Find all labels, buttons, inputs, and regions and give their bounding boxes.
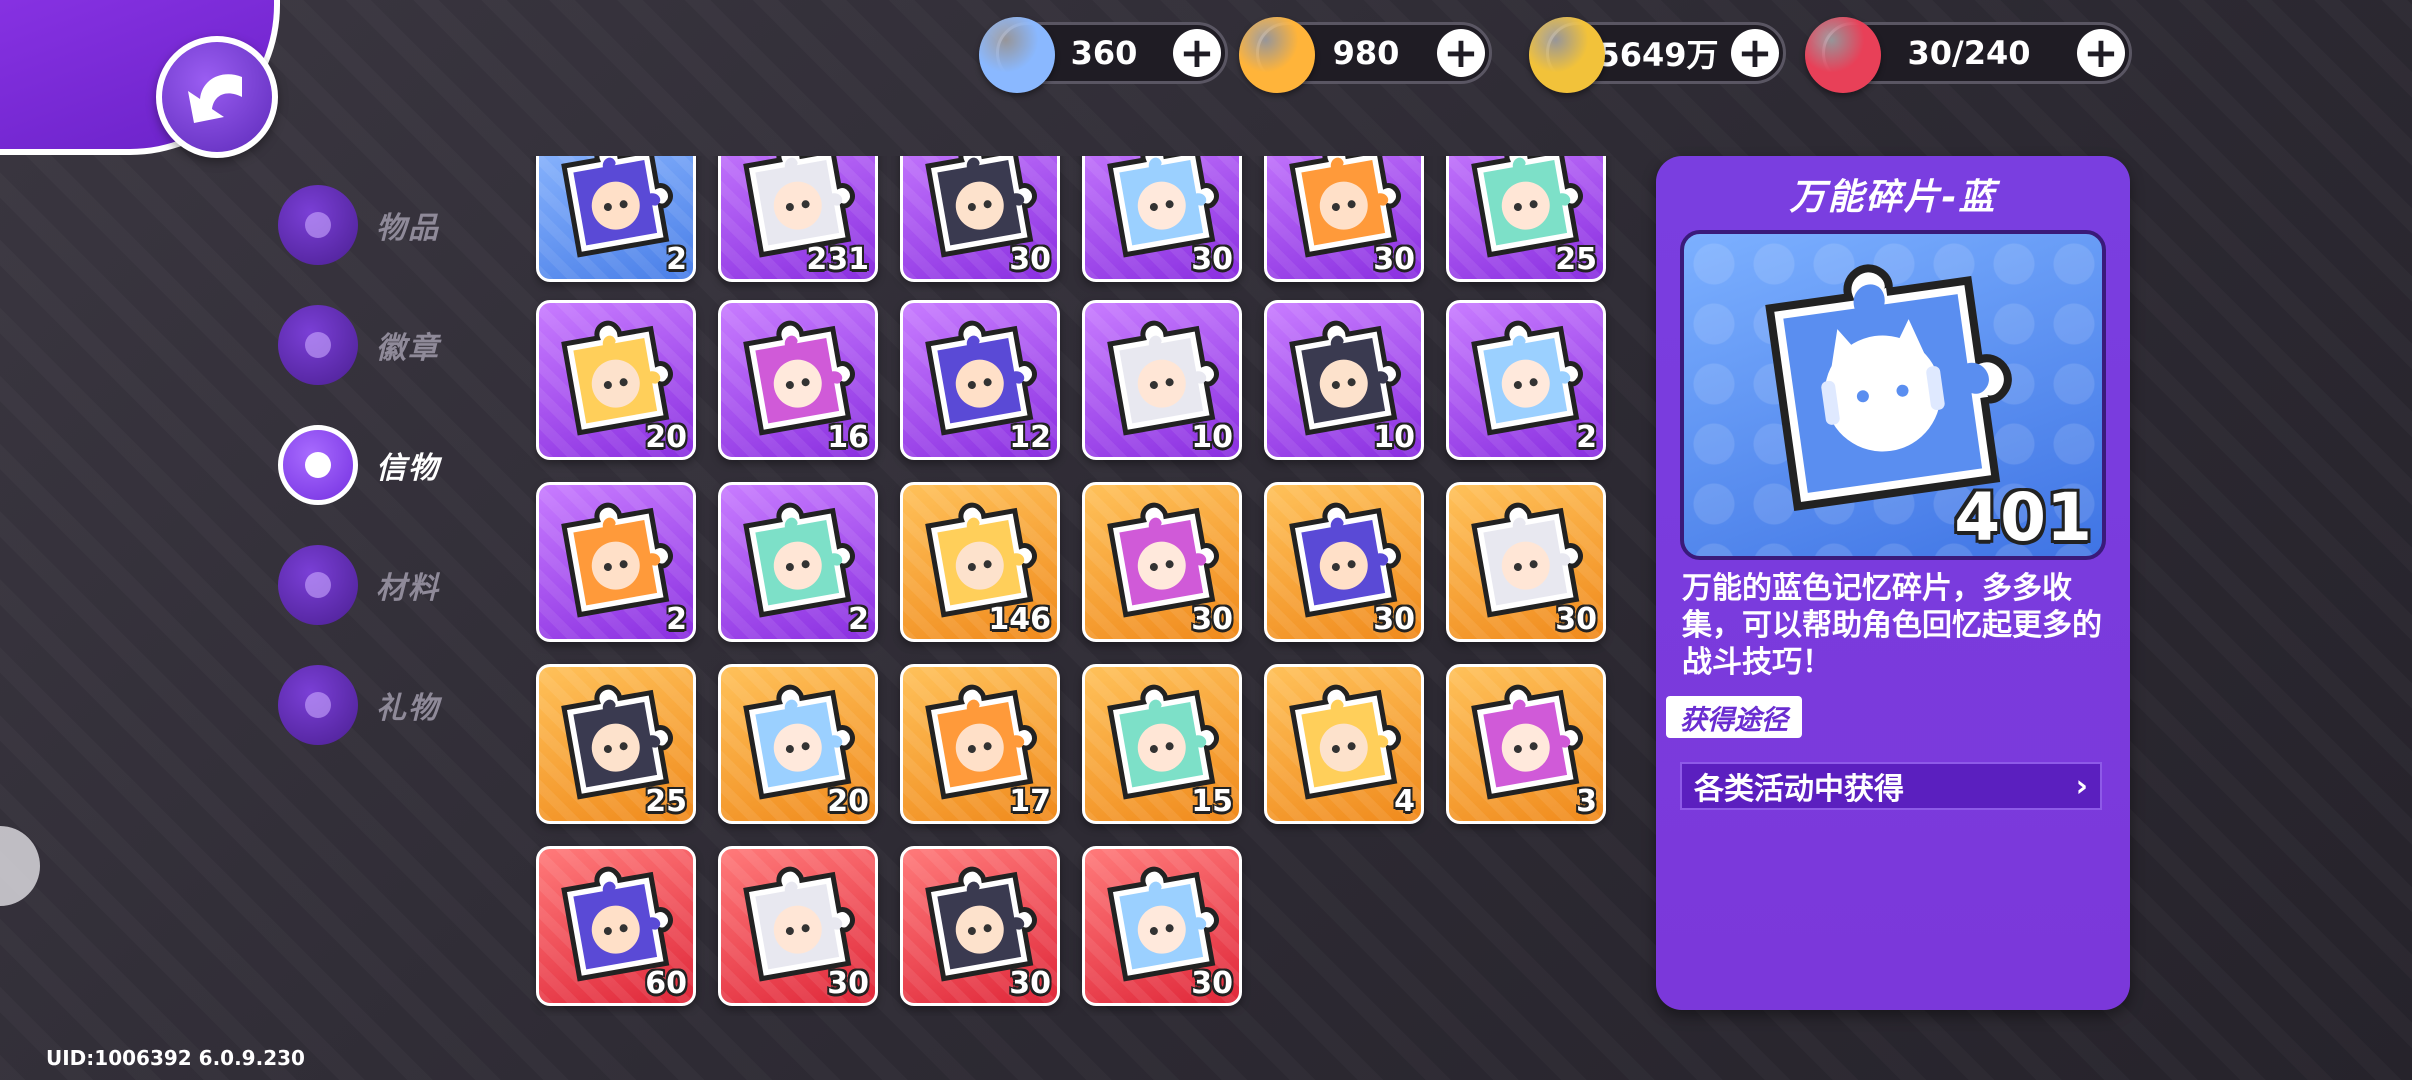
item-count: 30: [1191, 602, 1233, 637]
item-tile[interactable]: 2: [1446, 300, 1606, 460]
item-tile[interactable]: 30: [1264, 156, 1424, 282]
item-count: 231: [806, 242, 869, 277]
item-tile[interactable]: 4: [1264, 664, 1424, 824]
item-tile[interactable]: 30: [1264, 482, 1424, 642]
rainbow-cat-gem-icon: [979, 17, 1055, 93]
item-tile[interactable]: 12: [900, 300, 1060, 460]
item-count: 10: [1373, 420, 1415, 455]
item-tile[interactable]: 30: [900, 156, 1060, 282]
item-count: 25: [645, 784, 687, 819]
source-label: 获得途径: [1666, 696, 1802, 738]
item-count: 401: [1954, 479, 2092, 556]
item-tile[interactable]: 30: [900, 846, 1060, 1006]
gold-coin-icon: [1529, 17, 1605, 93]
item-tile[interactable]: 16: [718, 300, 878, 460]
item-tile[interactable]: 15: [1082, 664, 1242, 824]
gift-icon: [278, 665, 358, 745]
item-description: 万能的蓝色记忆碎片，多多收集，可以帮助角色回忆起更多的战斗技巧！: [1682, 571, 2102, 680]
back-button[interactable]: [156, 36, 278, 158]
currency-gem: 360 +: [979, 17, 1228, 93]
item-count: 25: [1555, 242, 1597, 277]
currency-stamina: 30/240 +: [1805, 17, 2132, 93]
sidebar-item-1[interactable]: 徽章: [278, 302, 440, 388]
badge-icon: [278, 305, 358, 385]
item-count: 30: [1009, 966, 1051, 1001]
sidebar-item-0[interactable]: 物品: [278, 182, 440, 268]
add-stamina-button[interactable]: +: [2077, 29, 2125, 77]
currency-cat-coin: 980 +: [1239, 17, 1492, 93]
item-tile[interactable]: 10: [1264, 300, 1424, 460]
item-tile[interactable]: 2: [536, 482, 696, 642]
item-tile[interactable]: 60: [536, 846, 696, 1006]
item-tile[interactable]: 30: [1082, 846, 1242, 1006]
item-tile[interactable]: 30: [1446, 482, 1606, 642]
item-count: 2: [666, 602, 687, 637]
item-tile[interactable]: 17: [900, 664, 1060, 824]
item-count: 17: [1009, 784, 1051, 819]
sidebar-item-4[interactable]: 礼物: [278, 662, 440, 748]
item-tile[interactable]: 30: [1082, 482, 1242, 642]
item-count: 30: [1191, 242, 1233, 277]
sidebar-item-2[interactable]: 信物: [278, 422, 440, 508]
item-tile[interactable]: 20: [718, 664, 878, 824]
item-count: 10: [1191, 420, 1233, 455]
item-count: 30: [1555, 602, 1597, 637]
item-count: 15: [1191, 784, 1233, 819]
uid-version: UID:1006392 6.0.9.230: [46, 1046, 305, 1070]
source-text: 各类活动中获得: [1694, 772, 1904, 807]
sidebar-item-label: 信物: [376, 451, 440, 486]
add-cat-coin-button[interactable]: +: [1437, 29, 1485, 77]
item-count: 30: [1373, 602, 1415, 637]
item-tile[interactable]: 2: [536, 156, 696, 282]
item-count: 2: [666, 242, 687, 277]
item-tile[interactable]: 30: [718, 846, 878, 1006]
item-count: 16: [827, 420, 869, 455]
item-count: 30: [1191, 966, 1233, 1001]
item-tile[interactable]: 3: [1446, 664, 1606, 824]
sidebar-item-label: 礼物: [376, 691, 440, 726]
item-detail-panel: 万能碎片-蓝 401 万能的蓝色记忆碎片，多多收集，可以帮助角色回忆起更多的战斗…: [1656, 156, 2130, 1010]
item-count: 30: [1009, 242, 1051, 277]
item-grid[interactable]: 2 231 30 30 30 25 20 16 12 10 10 2 2 2 146 30 30 30 25 20 17…: [530, 156, 1620, 1016]
item-tile[interactable]: 10: [1082, 300, 1242, 460]
item-count: 20: [645, 420, 687, 455]
item-image: 401: [1680, 230, 2106, 560]
cat-bag-icon: [278, 185, 358, 265]
item-count: 2: [848, 602, 869, 637]
sidebar-item-label: 材料: [376, 571, 440, 606]
back-arrow-icon: [188, 74, 242, 123]
item-count: 3: [1576, 784, 1597, 819]
item-count: 146: [988, 602, 1051, 637]
item-tile[interactable]: 146: [900, 482, 1060, 642]
currency-gold: 5649万 +: [1529, 17, 1786, 93]
sidebar-item-label: 物品: [376, 211, 440, 246]
floating-handle[interactable]: [0, 826, 40, 906]
item-count: 12: [1009, 420, 1051, 455]
chevron-right-icon: ›: [2075, 768, 2088, 804]
item-count: 4: [1394, 784, 1415, 819]
tag-icon: [278, 545, 358, 625]
item-tile[interactable]: 25: [536, 664, 696, 824]
item-count: 30: [1373, 242, 1415, 277]
add-gem-button[interactable]: +: [1173, 29, 1221, 77]
sidebar-item-label: 徽章: [376, 331, 440, 366]
cake-icon: [1805, 17, 1881, 93]
item-tile[interactable]: 2: [718, 482, 878, 642]
item-count: 2: [1576, 420, 1597, 455]
item-count: 20: [827, 784, 869, 819]
gold-cat-icon: [1239, 17, 1315, 93]
token-icon: [278, 425, 358, 505]
item-tile[interactable]: 231: [718, 156, 878, 282]
item-count: 30: [827, 966, 869, 1001]
item-tile[interactable]: 20: [536, 300, 696, 460]
add-gold-button[interactable]: +: [1731, 29, 1779, 77]
source-link[interactable]: 各类活动中获得 ›: [1680, 762, 2102, 810]
item-tile[interactable]: 25: [1446, 156, 1606, 282]
item-tile[interactable]: 30: [1082, 156, 1242, 282]
item-title: 万能碎片-蓝: [1789, 177, 1997, 218]
item-count: 60: [645, 966, 687, 1001]
sidebar-item-3[interactable]: 材料: [278, 542, 440, 628]
